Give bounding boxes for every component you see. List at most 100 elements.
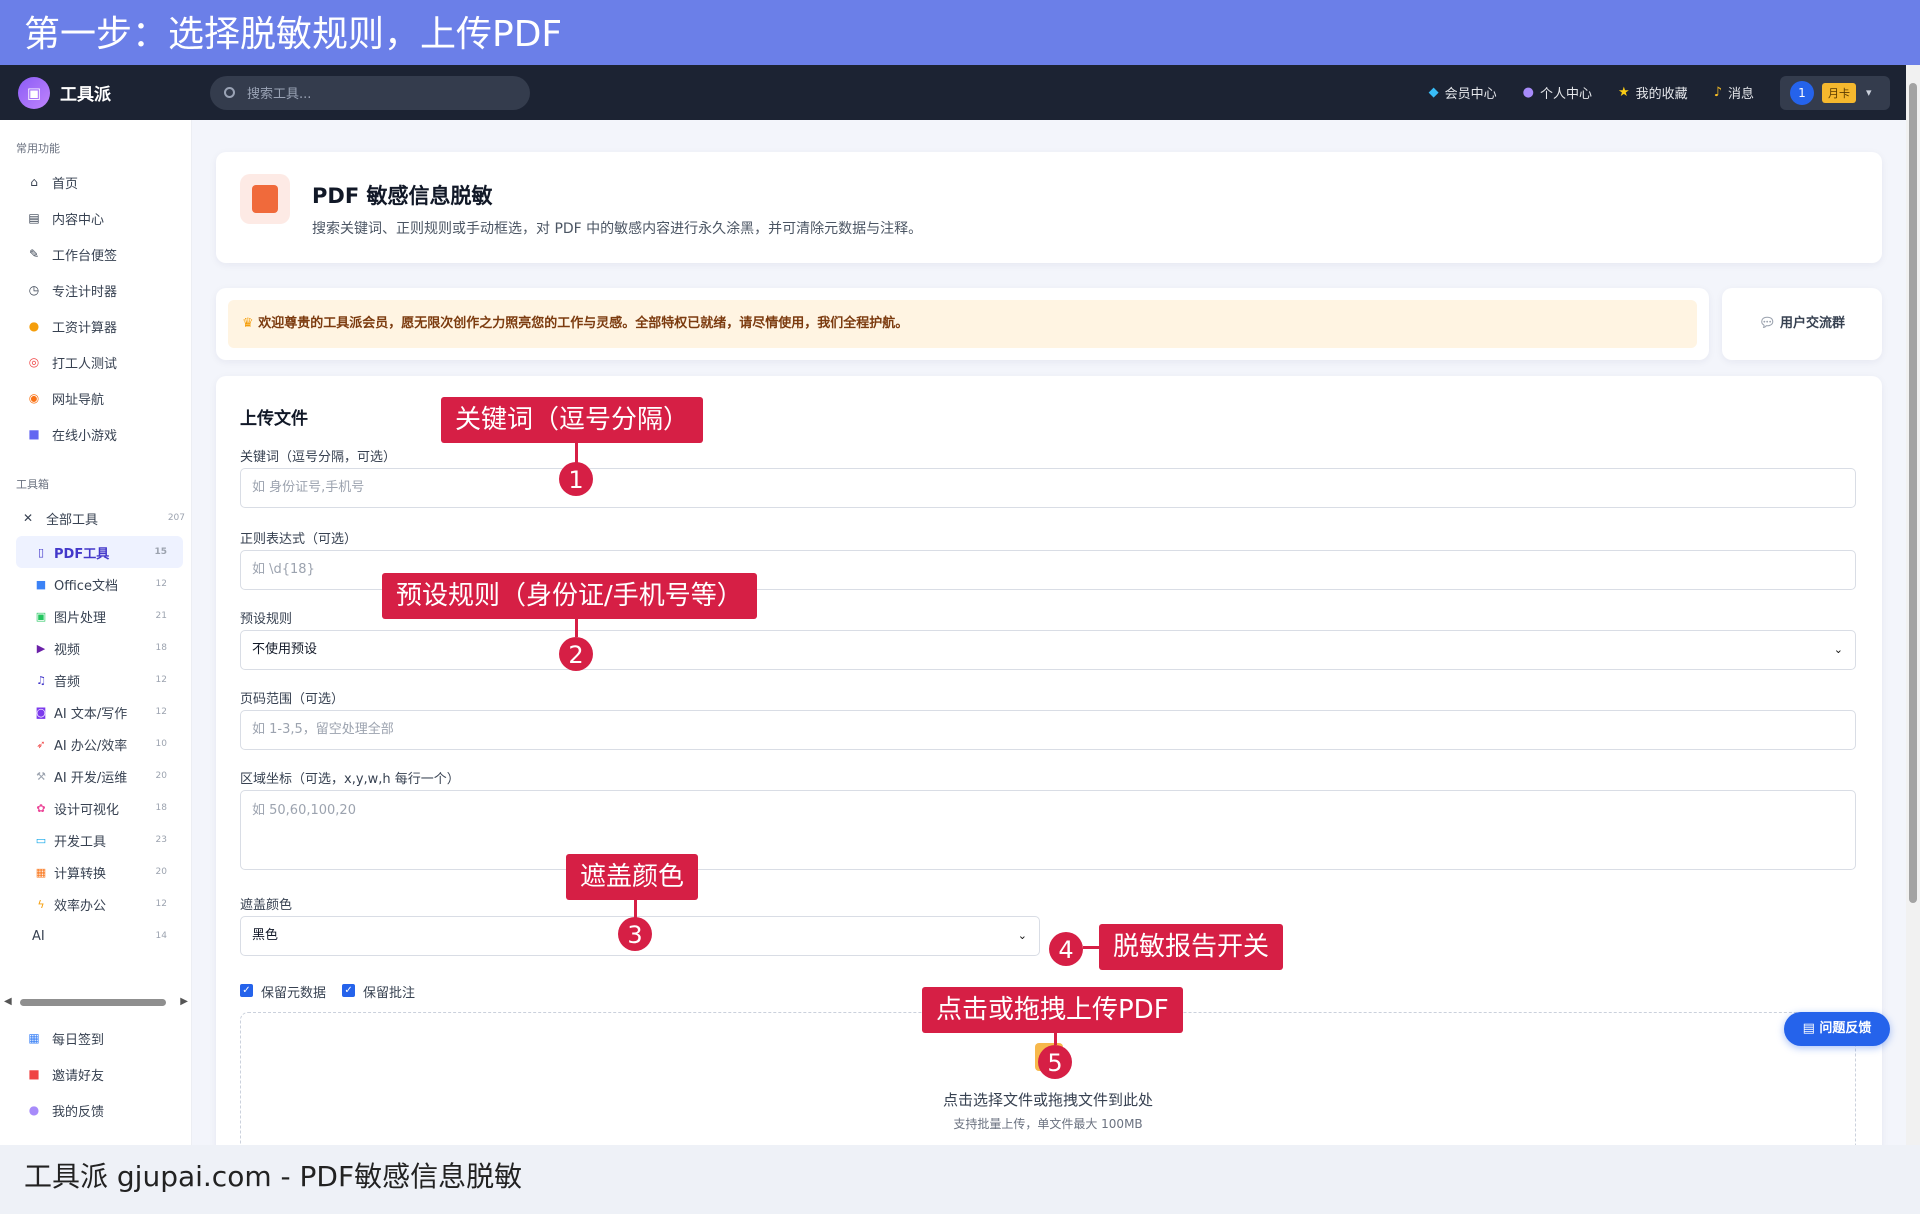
sidebar-item-ai-dev[interactable]: ⚒ AI 开发/运维 20 — [0, 760, 191, 792]
sidebar-item-label: 全部工具 — [46, 512, 99, 528]
checkbox-label: 保留批注 — [363, 986, 416, 1001]
sidebar-item-image[interactable]: ▣ 图片处理 21 — [0, 600, 191, 632]
sidebar-item-design[interactable]: ✿ 设计可视化 18 — [0, 792, 191, 824]
area-label: 区域坐标（可选，x,y,w,h 每行一个） — [240, 772, 460, 787]
sidebar-item-games[interactable]: ■ 在线小游戏 — [0, 416, 191, 452]
scrollbar-thumb[interactable] — [20, 999, 166, 1006]
sidebar-item-audio[interactable]: ♫ 音频 12 — [0, 664, 191, 696]
sidebar-item-label: 邀请好友 — [52, 1068, 105, 1084]
sidebar-item-count: 10 — [155, 739, 167, 749]
sidebar-item-label: 计算转换 — [54, 866, 107, 882]
sidebar-item-label: 打工人测试 — [52, 356, 118, 372]
logo-text: 工具派 — [60, 85, 111, 105]
area-textarea[interactable]: 如 50,60,100,20 — [240, 790, 1856, 870]
gift-icon: ■ — [28, 1067, 40, 1081]
keep-metadata-checkbox[interactable]: ✓ 保留元数据 — [240, 982, 326, 1001]
chevron-down-icon: ⌄ — [1833, 643, 1843, 656]
user-menu[interactable]: 1 月卡 ▾ — [1780, 75, 1890, 110]
person-icon: ● — [1522, 85, 1534, 100]
sidebar-item-efficiency[interactable]: ϟ 效率办公 12 — [0, 888, 191, 920]
sidebar-item-test[interactable]: ◎ 打工人测试 — [0, 344, 191, 380]
sidebar-item-devtools[interactable]: ▭ 开发工具 23 — [0, 824, 191, 856]
sidebar-item-label: 内容中心 — [52, 212, 105, 228]
drop-zone-subtitle: 支持批量上传，单文件最大 100MB — [953, 1117, 1143, 1131]
sidebar-item-ai-writing[interactable]: ◙ AI 文本/写作 12 — [0, 696, 191, 728]
crown-icon: ♛ — [242, 316, 259, 331]
step-marker-5: 5 — [1038, 1045, 1072, 1079]
sidebar-item-notes[interactable]: ✎ 工作台便签 — [0, 236, 191, 272]
sidebar-item-label: Office文档 — [54, 578, 118, 594]
nav-messages[interactable]: ♪ 消息 — [1714, 83, 1754, 102]
color-label: 遮盖颜色 — [240, 898, 293, 913]
sidebar-item-count: 23 — [155, 835, 167, 845]
money-bag-icon: ● — [28, 319, 40, 333]
pages-input[interactable]: 如 1-3,5，留空处理全部 — [240, 710, 1856, 750]
picture-icon: ▣ — [35, 609, 47, 623]
user-group-button[interactable]: 💬︎ 用户交流群 — [1722, 288, 1882, 360]
pages-label: 页码范围（可选） — [240, 692, 345, 707]
sidebar-item-salary[interactable]: ● 工资计算器 — [0, 308, 191, 344]
sidebar-item-label: 效率办公 — [54, 898, 107, 914]
search-placeholder: 搜索工具... — [247, 87, 312, 102]
sidebar-item-count: 20 — [155, 771, 167, 781]
preset-select[interactable]: 不使用预设 ⌄ — [240, 630, 1856, 670]
keep-annotations-checkbox[interactable]: ✓ 保留批注 — [342, 982, 415, 1001]
step-marker-4: 4 — [1049, 932, 1083, 966]
callout-keywords: 关键词（逗号分隔） — [441, 397, 704, 443]
sidebar-item-nav[interactable]: ◉ 网址导航 — [0, 380, 191, 416]
page-vertical-scrollbar[interactable] — [1906, 65, 1920, 1145]
page-description: 搜索关键词、正则规则或手动框选，对 PDF 中的敏感内容进行永久涂黑，并可清除元… — [312, 221, 923, 237]
sidebar-item-count: 14 — [155, 931, 167, 941]
sidebar-item-content[interactable]: ▤ 内容中心 — [0, 200, 191, 236]
sidebar-item-invite[interactable]: ■ 邀请好友 — [0, 1056, 191, 1092]
sidebar-item-calc[interactable]: ▦ 计算转换 20 — [0, 856, 191, 888]
sidebar-item-label: 每日签到 — [52, 1032, 105, 1048]
pdf-page-icon: ▯ — [37, 545, 45, 559]
sidebar: 常用功能 ⌂ 首页 ▤ 内容中心 ✎ 工作台便签 ◷ 专注计时器 ● 工资计算器 ◎ 打工人… — [0, 120, 192, 1145]
nav-favorites[interactable]: ★ 我的收藏 — [1618, 83, 1688, 102]
sidebar-item-pdf[interactable]: ▯ PDF工具 15 — [16, 536, 183, 568]
feedback-button[interactable]: ▤ 问题反馈 — [1784, 1012, 1890, 1046]
nav-label: 我的收藏 — [1635, 87, 1688, 102]
speech-bubble-icon: ● — [28, 1103, 40, 1117]
drop-zone-title: 点击选择文件或拖拽文件到此处 — [942, 1091, 1153, 1109]
sidebar-item-office[interactable]: ■ Office文档 12 — [0, 568, 191, 600]
compass-icon: ◉ — [28, 391, 40, 405]
search-input[interactable]: 搜索工具... — [210, 75, 530, 110]
nav-member-center[interactable]: ◆ 会员中心 — [1429, 83, 1497, 102]
sidebar-item-all-tools[interactable]: ✕ 全部工具 207 — [0, 500, 191, 536]
select-value: 黑色 — [252, 928, 279, 943]
scrollbar-thumb[interactable] — [1909, 83, 1917, 903]
scroll-right-arrow-icon[interactable]: ▶ — [180, 996, 188, 1007]
bottom-banner: 工具派 gjupai.com - PDF敏感信息脱敏 — [0, 1145, 1920, 1214]
tools-icon: ✕ — [22, 511, 34, 525]
callout-color: 遮盖颜色 — [566, 854, 699, 900]
step-marker-2: 2 — [559, 637, 593, 671]
clapper-icon: ▶ — [36, 641, 46, 655]
sidebar-item-feedback[interactable]: ● 我的反馈 — [0, 1092, 191, 1128]
sidebar-item-video[interactable]: ▶ 视频 18 — [0, 632, 191, 664]
scroll-left-arrow-icon[interactable]: ◀ — [4, 996, 12, 1007]
nav-label: 个人中心 — [1540, 87, 1593, 102]
sidebar-item-count: 21 — [155, 611, 167, 621]
sidebar-item-timer[interactable]: ◷ 专注计时器 — [0, 272, 191, 308]
chevron-down-icon: ▾ — [1866, 86, 1872, 99]
sidebar-item-count: 12 — [155, 579, 167, 589]
pdf-document-icon — [240, 174, 290, 224]
sidebar-item-ai-office[interactable]: ➶ AI 办公/效率 10 — [0, 728, 191, 760]
sidebar-item-checkin[interactable]: ▦ 每日签到 — [0, 1020, 191, 1056]
sidebar-item-count: 20 — [155, 867, 167, 877]
checkmark-icon: ✓ — [342, 984, 356, 997]
laptop-icon: ▭ — [35, 833, 47, 847]
sidebar-item-label: 首页 — [52, 176, 79, 192]
house-icon: ⌂ — [30, 175, 38, 189]
sidebar-item-home[interactable]: ⌂ 首页 — [0, 164, 191, 200]
sidebar-item-ai[interactable]: AI 14 — [0, 920, 191, 952]
sidebar-item-label: 网址导航 — [52, 392, 105, 408]
sidebar-horizontal-scrollbar[interactable]: ◀ ▶ — [4, 995, 188, 1009]
nav-personal-center[interactable]: ● 个人中心 — [1523, 83, 1592, 102]
newspaper-icon: ▤ — [28, 211, 40, 225]
logo[interactable]: ▣ 工具派 — [18, 76, 188, 109]
keywords-input[interactable]: 如 身份证号,手机号 — [240, 468, 1856, 508]
input-placeholder: 如 1-3,5，留空处理全部 — [252, 722, 394, 737]
